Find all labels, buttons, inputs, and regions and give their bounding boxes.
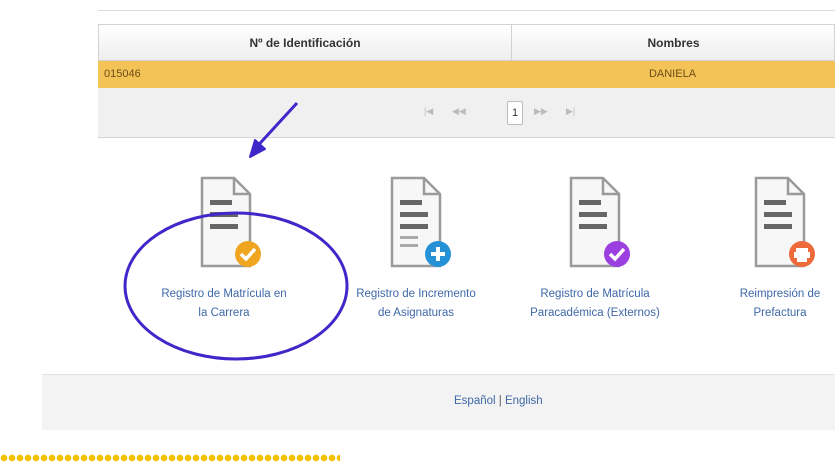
top-strip bbox=[98, 0, 835, 11]
pager: |◀ ◀◀ 1 ▶▶ ▶| bbox=[98, 88, 835, 138]
cell-id: 015046 bbox=[104, 68, 141, 80]
lang-en-link[interactable]: English bbox=[505, 395, 543, 407]
dotted-decoration bbox=[0, 454, 340, 463]
table-row[interactable]: 015046 DANIELA bbox=[98, 61, 835, 88]
column-header-nombres[interactable]: Nombres bbox=[511, 25, 835, 61]
language-switcher: Español | English bbox=[454, 395, 543, 407]
document-check-icon bbox=[200, 176, 261, 268]
document-plus-icon bbox=[390, 176, 451, 268]
first-page-button[interactable]: |◀ bbox=[424, 106, 433, 117]
document-check-icon bbox=[569, 176, 630, 268]
option-label[interactable]: Registro de Matrícula Paracadémica (Exter… bbox=[515, 285, 675, 323]
lang-separator: | bbox=[498, 395, 502, 407]
option-label[interactable]: Registro de Matrícula en la Carrera bbox=[144, 285, 304, 323]
lang-es-link[interactable]: Español bbox=[454, 395, 496, 407]
option-label[interactable]: Registro de Incremento de Asignaturas bbox=[336, 285, 496, 323]
prev-page-button[interactable]: ◀◀ bbox=[452, 106, 466, 117]
cell-name: DANIELA bbox=[648, 68, 697, 80]
grid-header: Nº de Identificación Nombres bbox=[98, 24, 835, 61]
last-page-button[interactable]: ▶| bbox=[566, 106, 575, 117]
next-page-button[interactable]: ▶▶ bbox=[534, 106, 548, 117]
current-page-button[interactable]: 1 bbox=[507, 101, 523, 125]
footer: Español | English bbox=[42, 374, 835, 430]
option-label[interactable]: Reimpresión de Prefactura bbox=[700, 285, 835, 323]
document-printer-icon bbox=[754, 176, 815, 268]
column-header-id[interactable]: Nº de Identificación bbox=[99, 25, 512, 61]
